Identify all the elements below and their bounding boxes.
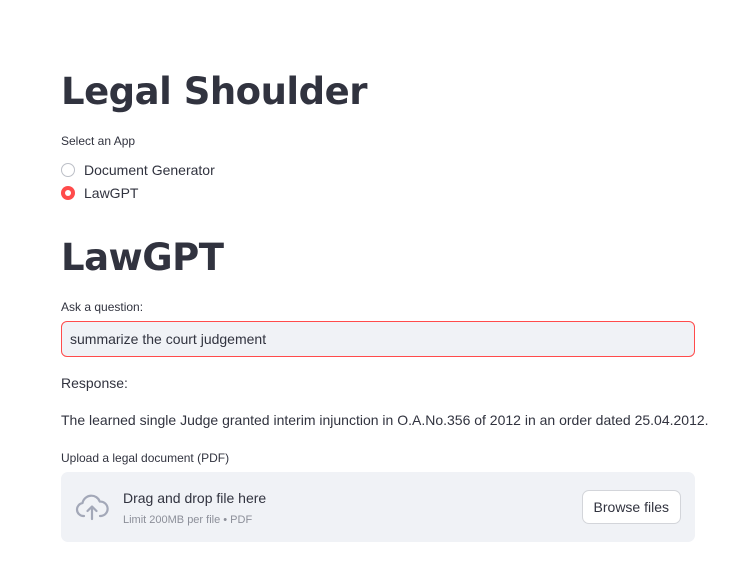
dropzone-limit: Limit 200MB per file • PDF [123, 514, 253, 526]
question-input[interactable] [62, 322, 694, 356]
response-text: The learned single Judge granted interim… [61, 412, 709, 428]
radio-checked-icon[interactable] [61, 185, 75, 200]
radio-label: Document Generator [84, 161, 215, 178]
radio-unchecked-icon[interactable] [61, 162, 75, 177]
upload-label: Upload a legal document (PDF) [61, 451, 230, 465]
cloud-upload-icon [75, 494, 109, 521]
page: Legal Shoulder Select an App Document Ge… [0, 0, 748, 563]
response-label: Response: [61, 375, 128, 391]
app-selector-label: Select an App [61, 134, 136, 148]
radio-option-lawgpt[interactable]: LawGPT [61, 181, 215, 204]
radio-label: LawGPT [84, 184, 139, 201]
radio-option-document-generator[interactable]: Document Generator [61, 158, 215, 181]
file-dropzone[interactable]: Drag and drop file here Limit 200MB per … [61, 472, 695, 542]
question-label: Ask a question: [61, 300, 144, 314]
app-radio-group: Document Generator LawGPT [61, 158, 215, 204]
app-title: Legal Shoulder [61, 70, 367, 113]
question-input-wrapper [61, 321, 695, 357]
dropzone-instruction: Drag and drop file here [123, 490, 267, 506]
section-title: LawGPT [61, 236, 224, 279]
browse-files-button[interactable]: Browse files [581, 490, 681, 524]
